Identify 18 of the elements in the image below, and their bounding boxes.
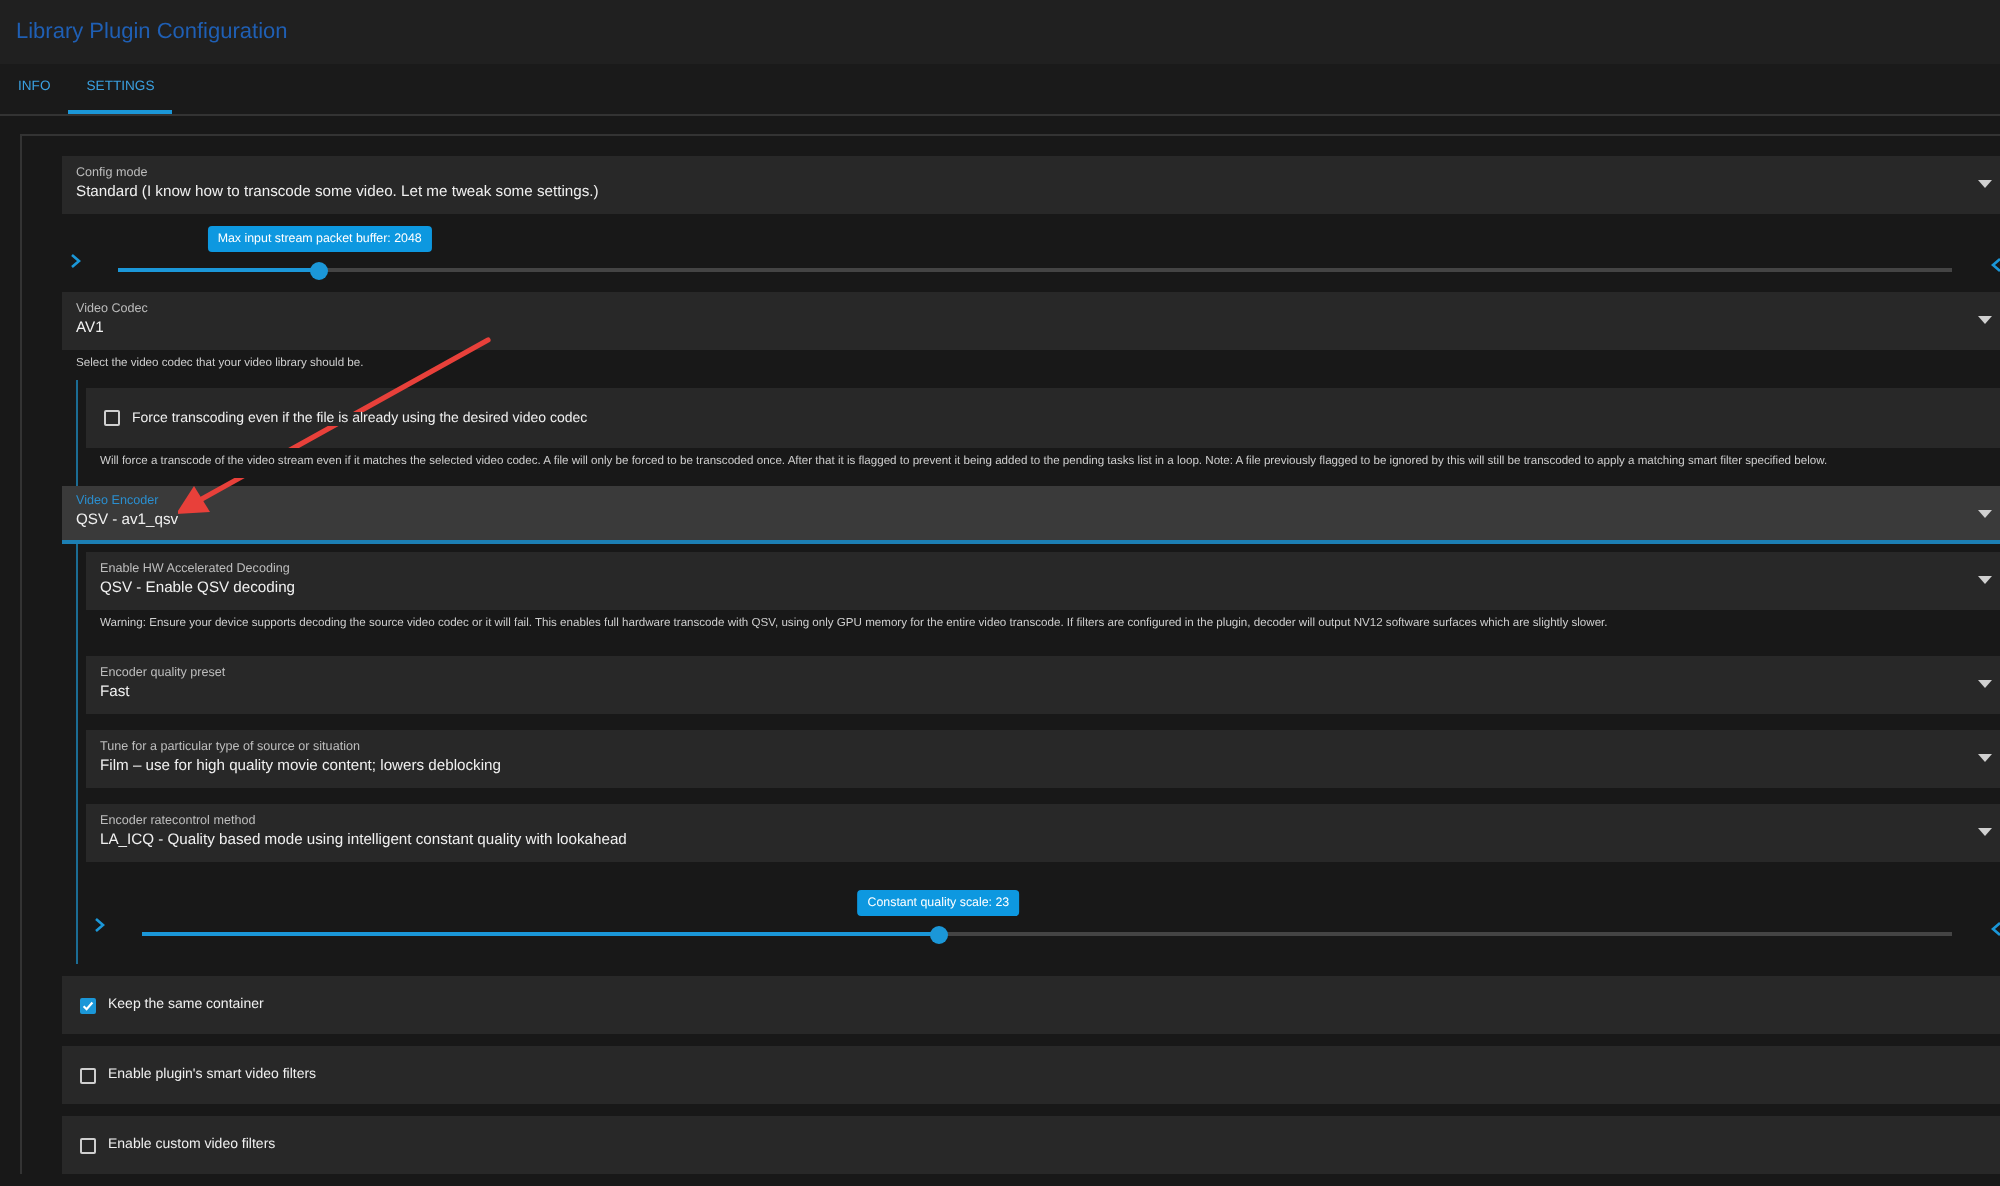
dropdown-caret-icon <box>1978 680 1992 688</box>
slider-thumb[interactable] <box>310 261 329 279</box>
dropdown-caret-icon <box>1978 316 1992 324</box>
dropdown-caret-icon <box>1978 510 1992 518</box>
page-title: Library Plugin Configuration <box>16 20 288 44</box>
dropdown-caret-icon <box>1978 576 1992 584</box>
slider-thumb[interactable] <box>929 925 948 943</box>
chevron-left-icon[interactable] <box>1990 258 2000 272</box>
chevron-left-icon[interactable] <box>1990 922 2000 936</box>
chevron-right-icon[interactable] <box>70 254 82 268</box>
dropdown-caret-icon <box>1978 828 1992 836</box>
checkbox[interactable] <box>104 410 120 426</box>
dropdown-caret-icon <box>1978 180 1992 188</box>
checkbox[interactable] <box>80 997 96 1013</box>
checkbox[interactable] <box>80 1067 96 1083</box>
chevron-right-icon[interactable] <box>94 918 106 932</box>
dropdown-caret-icon <box>1978 754 1992 762</box>
checkbox[interactable] <box>80 1137 96 1153</box>
